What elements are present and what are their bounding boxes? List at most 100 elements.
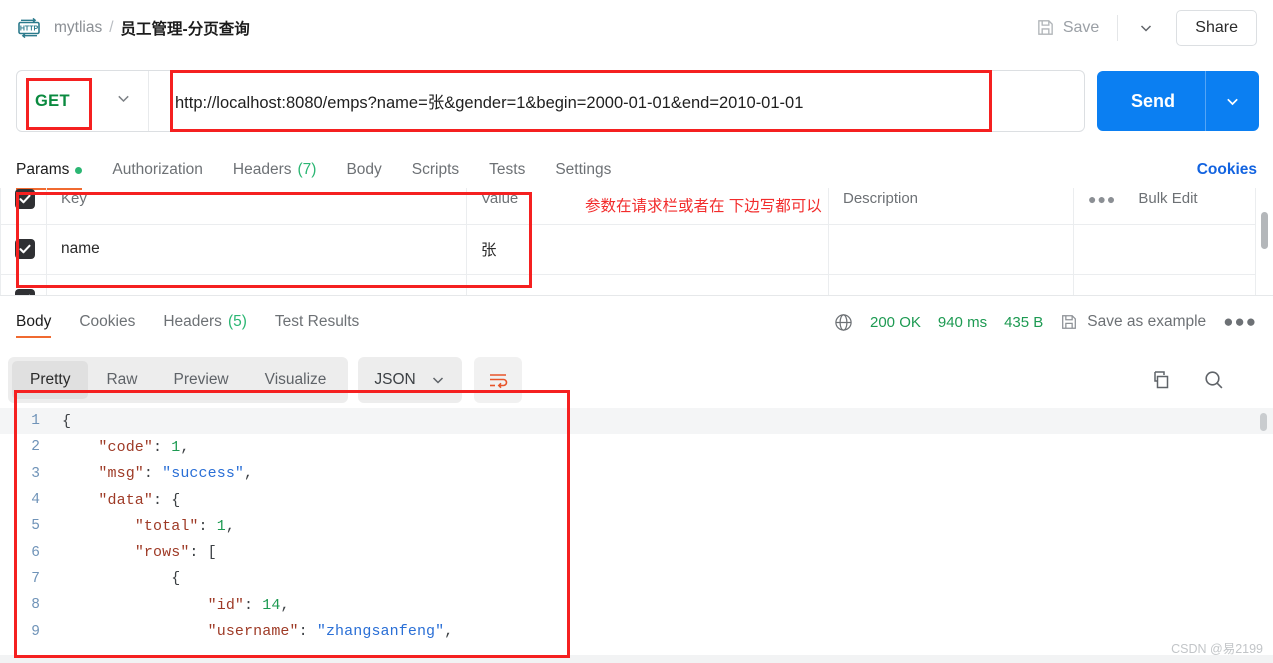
json-token: , (225, 517, 235, 535)
tab-authorization[interactable]: Authorization (112, 152, 202, 188)
params-modified-dot-icon (75, 166, 83, 174)
response-view-segments: Pretty Raw Preview Visualize (8, 357, 349, 403)
http-icon: HTTP (16, 15, 42, 41)
svg-text:HTTP: HTTP (20, 25, 39, 32)
select-all-checkbox[interactable] (15, 188, 35, 209)
json-token: 1 (216, 517, 226, 535)
json-token: : (198, 517, 217, 535)
body-scrollbar-thumb[interactable] (1260, 413, 1267, 431)
save-options-caret[interactable] (1128, 14, 1164, 42)
json-line-list: 1{2 "code": 1, 3 "msg": "success", 4 "data… (0, 408, 1273, 645)
save-label: Save (1062, 18, 1100, 36)
params-scrollbar-thumb[interactable] (1261, 212, 1268, 249)
param-description-cell[interactable] (828, 273, 1074, 295)
json-line-code: "msg": "success", (62, 465, 253, 482)
tab-params[interactable]: Params (16, 152, 83, 190)
format-label: JSON (374, 371, 416, 388)
share-button[interactable]: Share (1176, 9, 1257, 46)
json-token: "rows" (134, 544, 190, 562)
breadcrumb-request-name[interactable]: 员工管理-分页查询 (121, 17, 250, 39)
json-token: , (244, 465, 254, 483)
send-button[interactable]: Send (1097, 71, 1205, 131)
cookies-link[interactable]: Cookies (1197, 161, 1257, 179)
line-number: 1 (31, 413, 40, 430)
json-token: , (444, 623, 454, 641)
segment-pretty[interactable]: Pretty (12, 361, 89, 399)
line-number: 9 (31, 623, 40, 640)
tab-body-label: Body (346, 161, 382, 178)
tab-tests[interactable]: Tests (489, 152, 525, 188)
json-line-code: "username": "zhangsanfeng", (62, 623, 454, 641)
json-line: 5 "total": 1, (0, 513, 1273, 539)
globe-icon (834, 313, 853, 332)
param-description-cell[interactable] (828, 223, 1074, 275)
tab-headers[interactable]: Headers (7) (233, 152, 317, 188)
annotation-params-note: 参数在请求栏或者在 下边写都可以 (585, 198, 822, 215)
save-as-example-label: Save as example (1087, 313, 1207, 330)
chevron-down-icon (1227, 98, 1238, 105)
json-token: : (298, 623, 317, 641)
chevron-down-icon (115, 90, 132, 112)
tab-authorization-label: Authorization (112, 161, 203, 178)
param-checkbox[interactable] (15, 239, 35, 259)
more-options-icon[interactable]: ●●● (1223, 312, 1257, 332)
response-tab-cookies[interactable]: Cookies (79, 303, 135, 341)
request-tabs: Params Authorization Headers (7) Body Sc… (0, 152, 1273, 190)
tab-scripts[interactable]: Scripts (412, 152, 459, 188)
json-token: "data" (98, 491, 154, 509)
params-header-check (0, 188, 47, 225)
params-table-body: name 张 (0, 223, 1256, 295)
chevron-down-icon (432, 377, 443, 384)
param-checkbox[interactable] (15, 289, 35, 295)
url-shell: GET http://localhost:8080/emps?name=张&ge… (16, 70, 1085, 132)
segment-raw[interactable]: Raw (88, 361, 155, 399)
more-options-icon[interactable]: ●●● (1088, 191, 1116, 207)
param-key-cell[interactable]: name (46, 223, 467, 275)
segment-preview[interactable]: Preview (156, 361, 247, 399)
response-tab-test-results[interactable]: Test Results (275, 303, 359, 341)
json-token: "id" (207, 596, 245, 614)
json-line: 1{ (0, 408, 1273, 435)
tab-settings[interactable]: Settings (555, 152, 611, 188)
method-selector[interactable]: GET (17, 71, 149, 131)
tab-scripts-label: Scripts (411, 161, 460, 178)
table-row[interactable] (0, 273, 1256, 295)
json-line-code: "rows": [ (62, 544, 217, 561)
response-toolbar-actions (1149, 369, 1265, 391)
tab-headers-label: Headers (232, 161, 292, 178)
bulk-edit-button[interactable]: Bulk Edit (1138, 190, 1197, 207)
param-value-cell[interactable]: 张 (466, 223, 829, 275)
copy-icon[interactable] (1149, 369, 1171, 391)
json-token: , (280, 596, 290, 614)
json-line: 9 "username": "zhangsanfeng", (0, 618, 1273, 644)
param-key-cell[interactable] (46, 273, 467, 295)
url-input[interactable]: http://localhost:8080/emps?name=张&gender… (149, 71, 1084, 131)
send-options-caret[interactable] (1206, 71, 1259, 131)
param-value-cell[interactable] (466, 273, 829, 295)
request-url-row: GET http://localhost:8080/emps?name=张&ge… (16, 70, 1260, 132)
tab-settings-label: Settings (555, 161, 612, 178)
segment-visualize[interactable]: Visualize (247, 361, 345, 399)
breadcrumb-collection[interactable]: mytlias (54, 19, 102, 37)
line-number: 3 (31, 465, 40, 482)
save-button[interactable]: Save (1028, 13, 1107, 42)
response-tab-headers[interactable]: Headers (5) (163, 303, 247, 341)
tab-body[interactable]: Body (346, 152, 381, 188)
response-size: 435 B (1004, 313, 1044, 331)
json-token: : { (153, 491, 181, 509)
floppy-disk-icon (1060, 313, 1078, 331)
response-body-json[interactable]: 1{2 "code": 1, 3 "msg": "success", 4 "data… (0, 408, 1273, 648)
word-wrap-button[interactable] (473, 357, 522, 403)
response-header: Body Cookies Headers (5) Test Results 20… (0, 297, 1273, 347)
table-row[interactable]: name 张 (0, 223, 1256, 275)
json-line-code: "code": 1, (62, 439, 189, 456)
toolbar-divider (1117, 14, 1119, 41)
params-header-description: Description (828, 188, 1074, 225)
json-line: 4 "data": { (0, 487, 1273, 513)
save-as-example-button[interactable]: Save as example (1060, 313, 1206, 331)
json-token: : (143, 465, 163, 483)
search-icon[interactable] (1203, 369, 1225, 391)
format-selector[interactable]: JSON (358, 357, 462, 403)
response-tab-body[interactable]: Body (16, 303, 52, 341)
breadcrumb: mytlias / 员工管理-分页查询 (54, 17, 250, 39)
